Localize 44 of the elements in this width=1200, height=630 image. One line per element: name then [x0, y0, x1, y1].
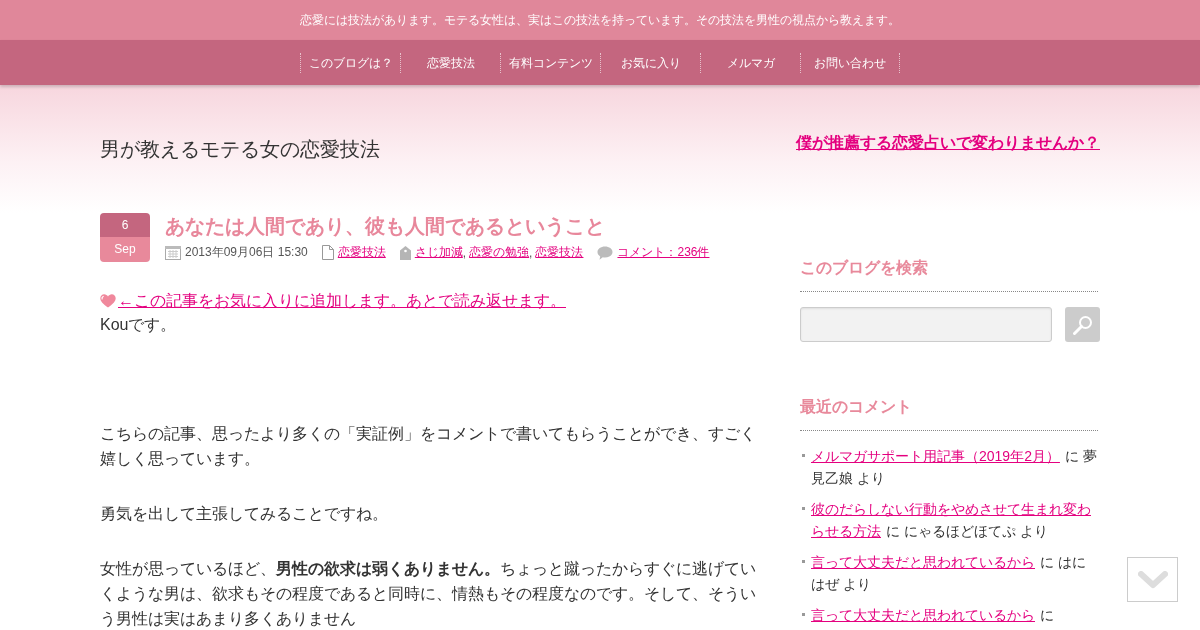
heart-icon — [100, 294, 116, 308]
nav-link[interactable]: お問い合わせ — [800, 52, 900, 73]
nav-link[interactable]: 有料コンテンツ — [500, 52, 600, 73]
paragraph: 女性が思っているほど、男性の欲求は弱くありません。ちょっと蹴ったからすぐに逃げていくような男は、欲求もその程度であると同時に、情熱もその程度なのです。そして、そういう男性は実はあまり多くありません — [100, 559, 757, 629]
category-link[interactable]: 恋愛技法 — [337, 244, 386, 261]
calendar-icon — [165, 245, 181, 260]
bullet-icon — [802, 613, 805, 616]
date-day: 6 — [100, 213, 150, 237]
search-button[interactable] — [1065, 307, 1100, 342]
tagline: 恋愛には技法があります。モテる女性は、実はこの技法を持っています。その技法を男性の視点から教えます。 — [300, 11, 900, 29]
promo-link[interactable]: 僕が推薦する恋愛占いで変わりませんか？ — [796, 133, 1100, 154]
nav-link[interactable]: このブログは？ — [300, 52, 400, 73]
search-icon — [1072, 314, 1093, 335]
favorite-link[interactable]: ←この記事をお気に入りに追加します。あとで読み返せます。 — [118, 290, 566, 312]
bullet-icon — [802, 560, 805, 563]
nav-link[interactable]: 恋愛技法 — [400, 52, 500, 73]
paragraph: こちらの記事、思ったより多くの「実証例」をコメントで書いてもらうことができ、すごく嬉しく思っています。 — [100, 424, 757, 469]
scroll-button[interactable] — [1127, 557, 1178, 602]
date-month: Sep — [100, 237, 150, 262]
comment-entry[interactable]: 彼のだらしない行動をやめさせて生まれ変わらせる方法 に にゃるほどほてぷ より — [811, 498, 1098, 542]
bullet-icon — [802, 507, 805, 510]
tag-link[interactable]: さじ加減 — [414, 244, 463, 261]
comments-link[interactable]: コメント：236件 — [617, 244, 710, 261]
comma-text: , — [529, 245, 533, 260]
paragraph: 勇気を出して主張してみることですね。 — [100, 504, 389, 524]
speech-bubble-icon — [597, 245, 614, 260]
greeting-text: Kouです。 — [100, 315, 178, 335]
tag-link[interactable]: 恋愛技法 — [535, 244, 584, 261]
bullet-icon — [802, 454, 805, 457]
comment-entry[interactable]: 言って大丈夫だと思われているから に はにはぜ より — [811, 551, 1098, 595]
widget-title: このブログを検索 — [800, 257, 1098, 292]
search-field[interactable] — [800, 307, 1052, 342]
chevron-down-icon — [1137, 570, 1168, 589]
post-title: あなたは人間であり、彼も人間であるということ — [165, 214, 606, 239]
comma-text: , — [462, 245, 467, 260]
tag-icon — [399, 245, 411, 260]
comment-entry[interactable]: 言って大丈夫だと思われているから に — [811, 604, 1098, 626]
nav-link[interactable]: メルマガ — [700, 52, 800, 73]
nav-link[interactable]: お気に入り — [600, 52, 700, 73]
post-date: 2013年09月06日 15:30 — [185, 244, 308, 261]
document-icon — [321, 245, 334, 260]
site-title: 男が教えるモテる女の恋愛技法 — [100, 137, 380, 162]
widget-title: 最近のコメント — [800, 396, 1098, 431]
comment-entry[interactable]: メルマガサポート用記事（2019年2月） に 夢見乙娘 より — [811, 445, 1098, 489]
